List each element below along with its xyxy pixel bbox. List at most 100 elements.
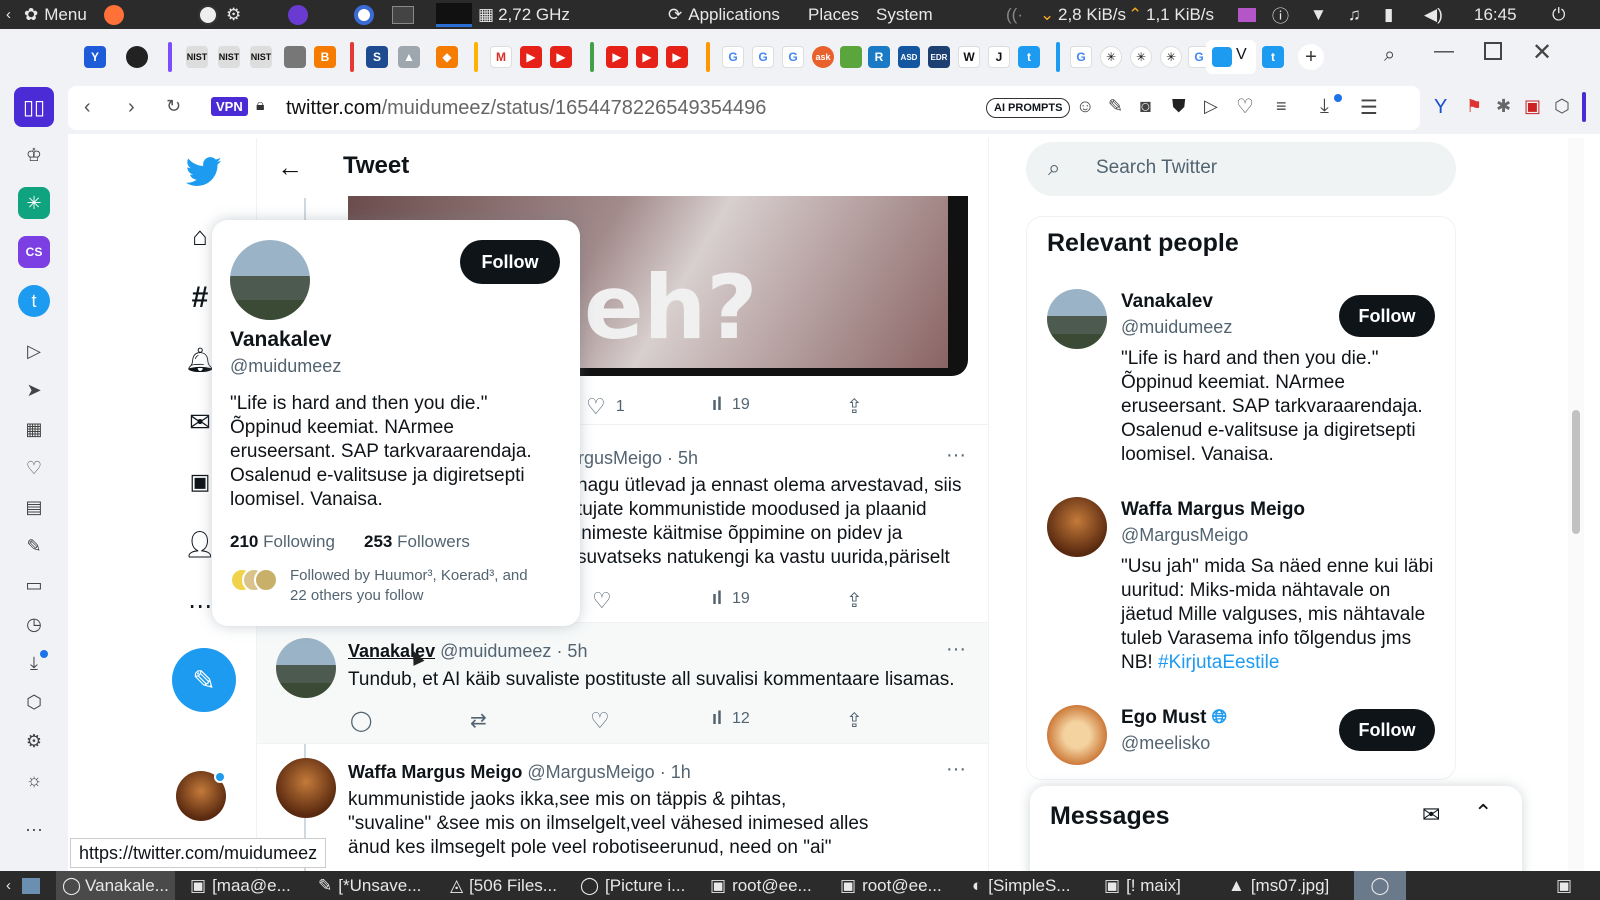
- maximize-icon[interactable]: [1484, 42, 1502, 60]
- tab-icon[interactable]: ▲: [398, 46, 420, 68]
- taskbar-item[interactable]: ◯ [Picture i...: [580, 871, 685, 900]
- opera-icon[interactable]: [354, 0, 374, 29]
- battery-icon[interactable]: ▮: [1384, 0, 1393, 29]
- power-icon[interactable]: ⏻: [1552, 0, 1565, 29]
- expand-icon[interactable]: ⌃: [1474, 800, 1492, 826]
- compose-tweet-button[interactable]: ✎: [172, 648, 236, 712]
- search-tabs-icon[interactable]: ⌕: [1384, 44, 1395, 67]
- lightbulb-icon[interactable]: ☼: [18, 764, 50, 796]
- news-icon[interactable]: ▤: [18, 491, 50, 523]
- settings-sliders-icon[interactable]: ☰: [1360, 95, 1378, 120]
- hashtag-link[interactable]: #KirjutaEestile: [1158, 652, 1279, 673]
- applications-menu[interactable]: ⟳ Applications: [668, 0, 780, 29]
- tab-youtube-icon[interactable]: ▶: [550, 46, 572, 68]
- views-button[interactable]: ıl 19: [712, 588, 750, 609]
- chatgpt-icon[interactable]: ✳: [18, 187, 50, 219]
- person-avatar[interactable]: [1047, 705, 1107, 765]
- hovercard-avatar[interactable]: [230, 240, 310, 320]
- tab-openai-icon[interactable]: ✳: [1160, 46, 1182, 68]
- more-icon[interactable]: ···: [18, 813, 50, 845]
- tweet-avatar[interactable]: [276, 758, 336, 818]
- extension-icon[interactable]: ⚑: [1466, 96, 1482, 117]
- reload-icon[interactable]: ↻: [166, 96, 181, 117]
- download-icon[interactable]: ⤓: [1320, 95, 1329, 118]
- taskbar-item[interactable]: ✎ [*Unsave...: [318, 871, 421, 900]
- inkscape-icon[interactable]: [198, 0, 218, 29]
- hovercard-following[interactable]: 210 Following: [230, 532, 335, 552]
- extension-icon[interactable]: Y: [1434, 96, 1447, 119]
- tab-doc-icon[interactable]: [284, 46, 306, 68]
- tab-icon-1[interactable]: Y: [84, 46, 106, 68]
- close-icon[interactable]: ✕: [1532, 38, 1552, 67]
- search-box[interactable]: ⌕ Search Twitter: [1026, 142, 1456, 196]
- tab-nist-icon[interactable]: NIST: [186, 46, 208, 68]
- taskbar-item[interactable]: ▣ root@ee...: [840, 871, 942, 900]
- emoji-icon[interactable]: ☺: [1076, 96, 1094, 117]
- tab-youtube-icon[interactable]: ▶: [606, 46, 628, 68]
- cube-icon[interactable]: ⬡: [18, 686, 50, 718]
- cs-icon[interactable]: CS: [18, 236, 50, 268]
- tweet-avatar[interactable]: [276, 638, 336, 698]
- ai-prompts-button[interactable]: AI PROMPTS: [986, 98, 1071, 118]
- tab-twitter-icon[interactable]: t: [1262, 46, 1284, 68]
- tab-edr-icon[interactable]: EDR: [928, 46, 950, 68]
- taskbar-item[interactable]: ◬ [506 Files...: [450, 871, 557, 900]
- edit-icon[interactable]: ✎: [1108, 96, 1123, 117]
- extension-icon[interactable]: ▣: [1524, 96, 1541, 117]
- hovercard-follow-button[interactable]: Follow: [460, 240, 560, 284]
- book-icon[interactable]: ▯▯: [14, 87, 54, 127]
- tab-youtube-icon[interactable]: ▶: [666, 46, 688, 68]
- tweet-author-name[interactable]: Waffa Margus Meigo: [348, 762, 522, 782]
- taskbar-item[interactable]: ◐ [SimpleS...: [972, 871, 1070, 900]
- reader-icon[interactable]: ≡: [1276, 96, 1287, 117]
- person-avatar[interactable]: [1047, 289, 1107, 349]
- wifi-icon[interactable]: ▼: [1310, 0, 1327, 29]
- show-desktop-icon[interactable]: [22, 871, 40, 900]
- tweet-author-handle[interactable]: @MargusMeigo: [527, 762, 654, 782]
- tweet-author-handle[interactable]: @muidumeez: [440, 641, 551, 661]
- followed-by-text[interactable]: Followed by Huumor³, Koerad³, and 22 oth…: [290, 566, 528, 606]
- menu-button[interactable]: ✿ Menu: [24, 0, 87, 29]
- url-box[interactable]: ‹ › ↻ VPN 🔒︎ twitter.com/muidumeez/statu…: [68, 86, 1420, 130]
- system-menu[interactable]: System: [876, 0, 933, 29]
- tab-youtube-icon[interactable]: ▶: [520, 46, 542, 68]
- tab-icon[interactable]: R: [868, 46, 890, 68]
- tab-ask-icon[interactable]: ask: [812, 46, 834, 68]
- vpn-badge[interactable]: VPN: [211, 97, 248, 116]
- puzzle-icon[interactable]: ✱: [1496, 96, 1511, 117]
- retweet-icon[interactable]: ⇄: [470, 708, 487, 733]
- tab-blogger-icon[interactable]: B: [314, 46, 336, 68]
- like-button[interactable]: ♡ 1: [586, 394, 625, 420]
- cube-icon[interactable]: ⬡: [1554, 96, 1570, 117]
- person-avatar[interactable]: [1047, 497, 1107, 557]
- tray-app-icon[interactable]: [1238, 0, 1256, 29]
- hovercard-followers[interactable]: 253 Followers: [364, 532, 470, 552]
- heart-icon[interactable]: ♡: [1236, 94, 1254, 119]
- share-icon[interactable]: ⇪: [846, 588, 863, 613]
- minimize-icon[interactable]: —: [1434, 40, 1454, 63]
- taskbar-item[interactable]: ◯ Vanakale...: [56, 871, 175, 900]
- taskbar-item[interactable]: ▲ [ms07.jpg]: [1228, 871, 1329, 900]
- forward-icon[interactable]: ›: [128, 96, 135, 119]
- tab-nist-icon[interactable]: NIST: [250, 46, 272, 68]
- reply-icon[interactable]: ◯: [350, 708, 372, 733]
- grid-icon[interactable]: ▦: [18, 413, 50, 445]
- scrollbar-thumb[interactable]: [1572, 410, 1580, 534]
- active-tab[interactable]: V: [1206, 40, 1256, 74]
- tray-icon[interactable]: ▣: [1556, 871, 1572, 900]
- tab-icon[interactable]: [840, 46, 862, 68]
- edit-icon[interactable]: ✎: [18, 530, 50, 562]
- send-icon[interactable]: ▷: [1204, 96, 1218, 117]
- messages-drawer[interactable]: Messages ✉ ⌃: [1030, 786, 1522, 871]
- person-name[interactable]: Ego Must: [1121, 707, 1207, 728]
- taskbar-item[interactable]: ▣ [maa@e...: [190, 871, 291, 900]
- twitter-sidebar-icon[interactable]: t: [18, 285, 50, 317]
- tab-openai-icon[interactable]: ✳: [1100, 46, 1122, 68]
- shield-icon[interactable]: ⛊: [1172, 96, 1186, 117]
- tab-wikipedia-icon[interactable]: W: [958, 46, 980, 68]
- heart-icon[interactable]: ♡: [18, 452, 50, 484]
- settings-icon[interactable]: ⚙: [226, 0, 241, 29]
- tweet-time[interactable]: · 1h: [660, 762, 691, 782]
- tab-gmail-icon[interactable]: M: [490, 46, 512, 68]
- tab-youtube-icon[interactable]: ▶: [636, 46, 658, 68]
